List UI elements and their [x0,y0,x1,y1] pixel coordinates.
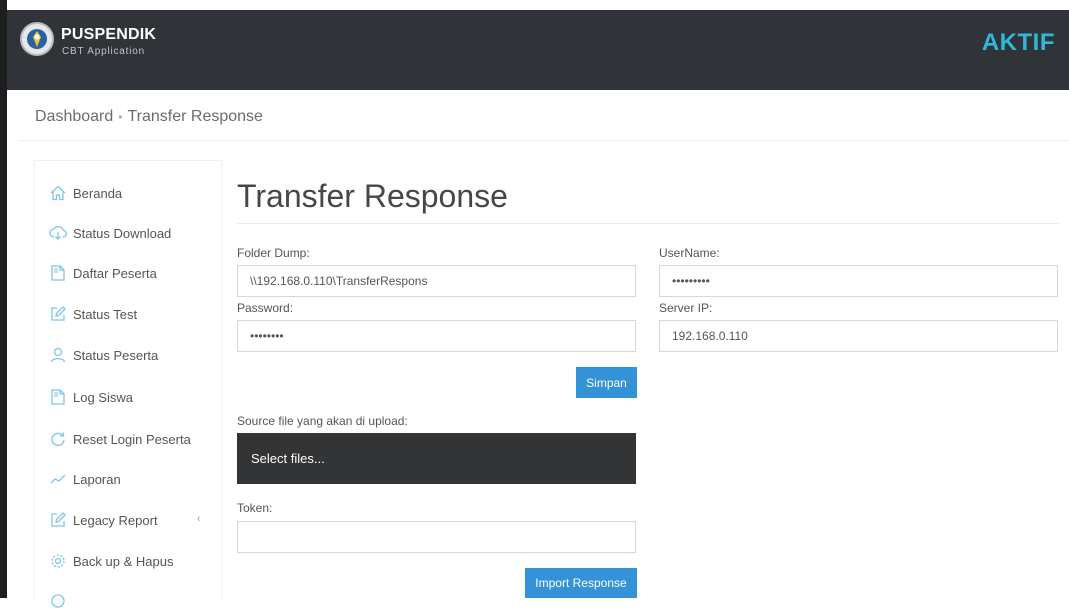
server-ip-input[interactable] [659,320,1058,352]
token-input[interactable] [237,521,636,553]
import-response-button[interactable]: Import Response [525,568,637,598]
folder-dump-label: Folder Dump: [237,246,310,260]
document-icon [49,388,67,406]
username-input[interactable] [659,265,1058,297]
sidebar-item-label: Beranda [73,185,123,201]
source-file-label: Source file yang akan di upload: [237,414,408,428]
breadcrumb-divider [19,140,1069,141]
sidebar-item-label: Status Test [73,306,138,322]
sidebar-item-status-download[interactable]: Status Download [49,221,171,245]
sidebar-item-status-peserta[interactable]: Status Peserta [49,343,158,367]
sidebar-item-label: Status Peserta [73,347,159,363]
chevron-left-icon: ‹ [197,511,201,525]
sidebar-item-label: Log Siswa [73,389,133,405]
breadcrumb-home[interactable]: Dashboard [35,108,113,125]
sidebar-item-status-test[interactable]: Status Test [49,302,137,326]
sidebar-item-partial [49,589,73,613]
breadcrumb-separator: • [118,110,123,124]
breadcrumb-current: Transfer Response [127,108,263,125]
status-indicator: AKTIF [981,29,1055,56]
sidebar: Beranda Status Download Daftar Peserta S… [34,160,222,608]
sidebar-item-beranda[interactable]: Beranda [49,181,122,205]
sidebar-item-label: Reset Login Peserta [73,431,191,447]
page-title: Transfer Response [237,178,508,214]
token-label: Token: [237,501,273,515]
top-margin [0,0,1069,10]
app-logo[interactable]: PUSPENDIK CBT Application [17,18,156,72]
title-divider [237,223,1059,224]
folder-dump-input[interactable] [237,265,636,297]
select-files-button[interactable]: Select files... [237,433,636,484]
cloud-download-icon [49,224,67,242]
save-button[interactable]: Simpan [576,367,637,398]
sidebar-item-log-siswa[interactable]: Log Siswa [49,385,133,409]
home-icon [49,184,67,202]
edit-icon [49,305,67,323]
sidebar-item-label: Status Download [73,225,172,241]
gear-icon [49,552,67,570]
refresh-icon [49,592,67,610]
edit-icon [49,511,67,529]
sidebar-item-label: Legacy Report [73,512,158,528]
emblem-icon [20,22,54,56]
left-margin [0,0,7,598]
refresh-icon [49,430,67,448]
password-input[interactable] [237,320,636,352]
sidebar-item-legacy-report[interactable]: Legacy Report ‹ [49,508,219,532]
breadcrumb: Dashboard • Transfer Response [35,108,263,126]
sidebar-item-daftar-peserta[interactable]: Daftar Peserta [49,261,157,285]
chart-line-icon [49,470,67,488]
logo-title: PUSPENDIK [61,26,157,43]
sidebar-item-reset-login[interactable]: Reset Login Peserta [49,427,191,451]
server-ip-label: Server IP: [659,301,713,315]
user-icon [49,346,67,364]
sidebar-item-backup-hapus[interactable]: Back up & Hapus [49,549,173,573]
logo-subtitle: CBT Application [62,46,145,57]
sidebar-item-laporan[interactable]: Laporan [49,467,121,491]
username-label: UserName: [659,246,720,260]
sidebar-item-label: Laporan [73,471,121,487]
document-icon [49,264,67,282]
sidebar-item-label: Back up & Hapus [73,553,174,569]
top-navbar: PUSPENDIK CBT Application AKTIF [7,10,1069,90]
sidebar-item-label: Daftar Peserta [73,265,157,281]
password-label: Password: [237,301,294,315]
